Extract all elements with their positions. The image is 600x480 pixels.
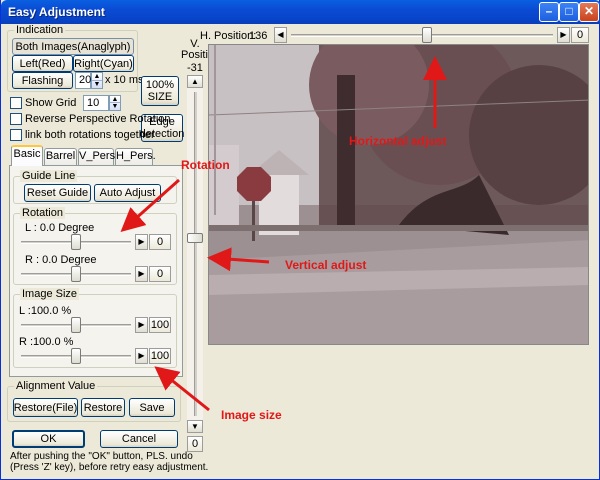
vertical-annotation: Vertical adjust	[285, 258, 367, 272]
image-size-annotation: Image size	[221, 408, 282, 422]
annotation-arrows	[120, 56, 447, 412]
easy-adjustment-window: Easy Adjustment – □ ✕ Indication Both Im…	[0, 0, 600, 480]
horizontal-annotation: Horizontal adjust	[349, 134, 447, 148]
tab-basic[interactable]: Basic	[11, 145, 43, 166]
rotation-annotation: Rotation	[181, 158, 230, 172]
